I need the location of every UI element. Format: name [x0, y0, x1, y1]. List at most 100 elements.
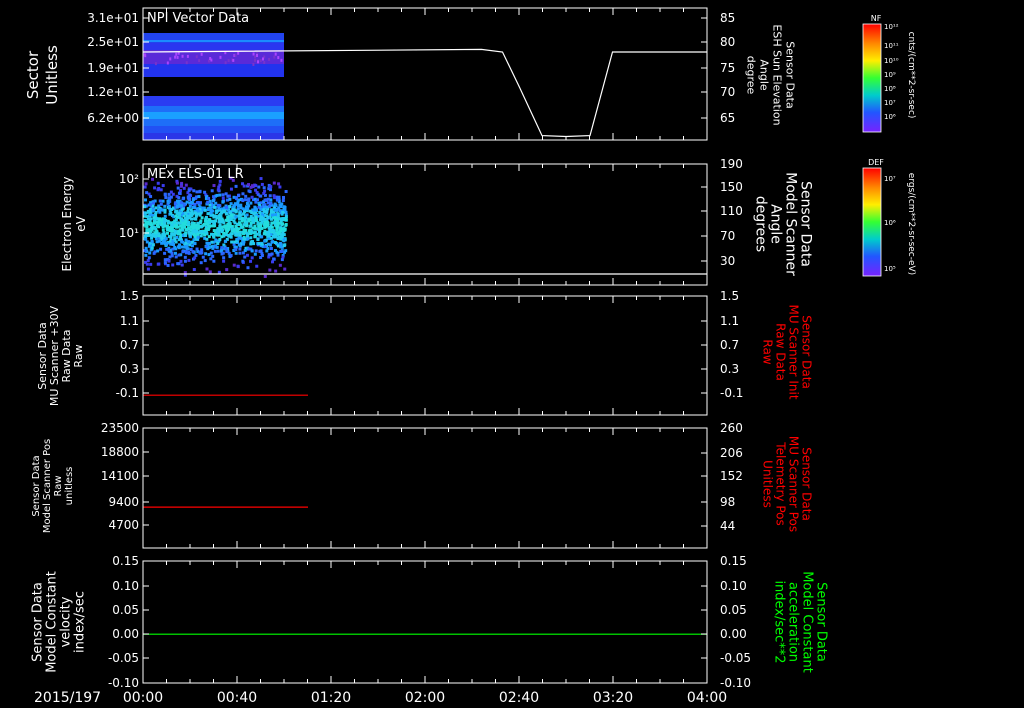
els-pixel	[163, 258, 167, 262]
y-right-label-sun: Sensor DataESH Sun ElevationAngledegree	[745, 24, 797, 125]
els-pixel	[244, 216, 248, 220]
y-right-tick-label: 1.5	[720, 289, 739, 303]
els-pixel	[151, 201, 155, 205]
els-pixel	[224, 218, 228, 222]
els-pixel	[268, 243, 272, 247]
colorbar-tag: DEF	[868, 158, 884, 167]
axis-label-line: Sensor Data	[31, 582, 46, 662]
y-tick-label: 1.9e+01	[87, 61, 139, 75]
els-pixel	[264, 224, 268, 228]
y-right-tick-label: 80	[720, 35, 735, 49]
els-pixel	[207, 246, 211, 250]
colorbar-unit-text: cnts/(cm**2-sr-sec)	[906, 32, 916, 119]
els-pixel	[143, 205, 147, 209]
els-pixel	[187, 258, 191, 262]
axis-label-line: Angle	[758, 59, 771, 91]
els-pixel	[225, 205, 229, 209]
els-pixel	[207, 218, 211, 222]
els-pixel	[242, 237, 246, 241]
y-tick-label: -0.1	[116, 386, 139, 400]
els-pixel	[175, 205, 179, 209]
els-pixel	[163, 233, 167, 237]
els-pixel	[263, 245, 267, 249]
axis-label-line: Sensor Data	[799, 315, 813, 389]
els-pixel	[239, 203, 243, 207]
axis-label-line: Unitless	[43, 45, 61, 105]
els-pixel	[249, 221, 253, 225]
els-pixel	[201, 255, 205, 259]
colorbar-tick: 10⁸	[884, 85, 896, 93]
els-pixel	[167, 196, 171, 200]
x-tick-label: 00:40	[217, 690, 257, 706]
plot-canvas: 3.1e+01 2.5e+01 1.9e+01 1.2e+01 6.2e+00 85 80 7…	[24, 7, 916, 706]
els-pixel	[259, 194, 263, 198]
npi-speck	[252, 52, 255, 56]
y-label-energy: Electron Energy eV	[60, 176, 88, 271]
els-pixel	[167, 221, 171, 225]
axis-label-line: velocity	[59, 596, 74, 647]
y-tick-label: 23500	[101, 421, 139, 435]
els-pixel	[166, 248, 170, 252]
els-pixel	[210, 189, 214, 193]
els-pixel	[234, 184, 238, 188]
els-pixel	[232, 263, 236, 267]
axis-label-line: Angle	[768, 204, 784, 244]
els-pixel	[280, 202, 284, 206]
els-pixel	[236, 264, 240, 268]
els-pixel	[177, 262, 181, 266]
els-pixel	[262, 191, 266, 195]
npi-band-line	[143, 40, 284, 42]
axis-label-line: Model Constant	[45, 571, 60, 673]
npi-speck	[257, 60, 260, 64]
els-pixel	[165, 224, 169, 228]
els-pixel	[176, 225, 180, 229]
els-pixel	[198, 190, 202, 194]
els-pixel	[175, 181, 179, 185]
axis-label-line: Raw	[53, 475, 64, 496]
els-pixel	[225, 268, 229, 272]
els-pixel	[211, 244, 215, 248]
els-pixel	[160, 236, 164, 240]
els-pixel	[270, 240, 274, 244]
els-pixel	[216, 249, 220, 253]
els-pixel	[203, 190, 207, 194]
npi-speck	[254, 58, 257, 62]
y-label-pos: Sensor Data Model Scanner Pos Raw unitless	[31, 439, 75, 533]
plot-frame	[142, 427, 708, 549]
els-pixel	[215, 228, 219, 232]
els-pixel	[257, 185, 261, 189]
els-pixel	[282, 205, 286, 209]
els-pixel	[229, 216, 233, 220]
els-pixel	[152, 234, 156, 238]
y-right-label-accel: Sensor DataModel Constantaccelerationind…	[771, 571, 828, 673]
y-right-tick-label: 260	[720, 421, 743, 435]
axis-label-line: Telemetry Pos	[773, 441, 787, 525]
els-pixel	[273, 241, 277, 245]
y-tick-label: 0.15	[112, 554, 139, 568]
els-pixel	[278, 185, 282, 189]
npi-band	[143, 112, 284, 119]
els-pixel	[190, 210, 194, 214]
els-pixel	[157, 232, 161, 236]
plot-frame	[142, 560, 708, 684]
panel-title: NPI Vector Data	[147, 11, 249, 26]
els-pixel	[276, 253, 280, 257]
els-pixel	[273, 232, 277, 236]
els-pixel	[203, 233, 207, 237]
els-pixel	[221, 228, 225, 232]
els-pixel	[184, 233, 188, 237]
els-pixel	[143, 234, 147, 238]
els-pixel	[228, 211, 232, 215]
y-label-30v: Sensor Data MU Scanner +30V Raw Data Raw	[36, 305, 85, 406]
npi-band	[143, 96, 284, 106]
els-pixel	[196, 226, 200, 230]
els-pixel	[149, 217, 153, 221]
els-pixel	[214, 238, 218, 242]
els-pixel	[171, 263, 175, 267]
colorbar-def: DEF10⁷ 10⁶ 10⁵ ergs/(cm**2-sr-sec-eV)	[862, 158, 916, 277]
els-pixel	[179, 184, 183, 188]
y-tick-label: -0.05	[108, 651, 139, 665]
els-pixel	[263, 231, 267, 235]
els-pixel	[240, 219, 244, 223]
els-pixel	[219, 217, 223, 221]
